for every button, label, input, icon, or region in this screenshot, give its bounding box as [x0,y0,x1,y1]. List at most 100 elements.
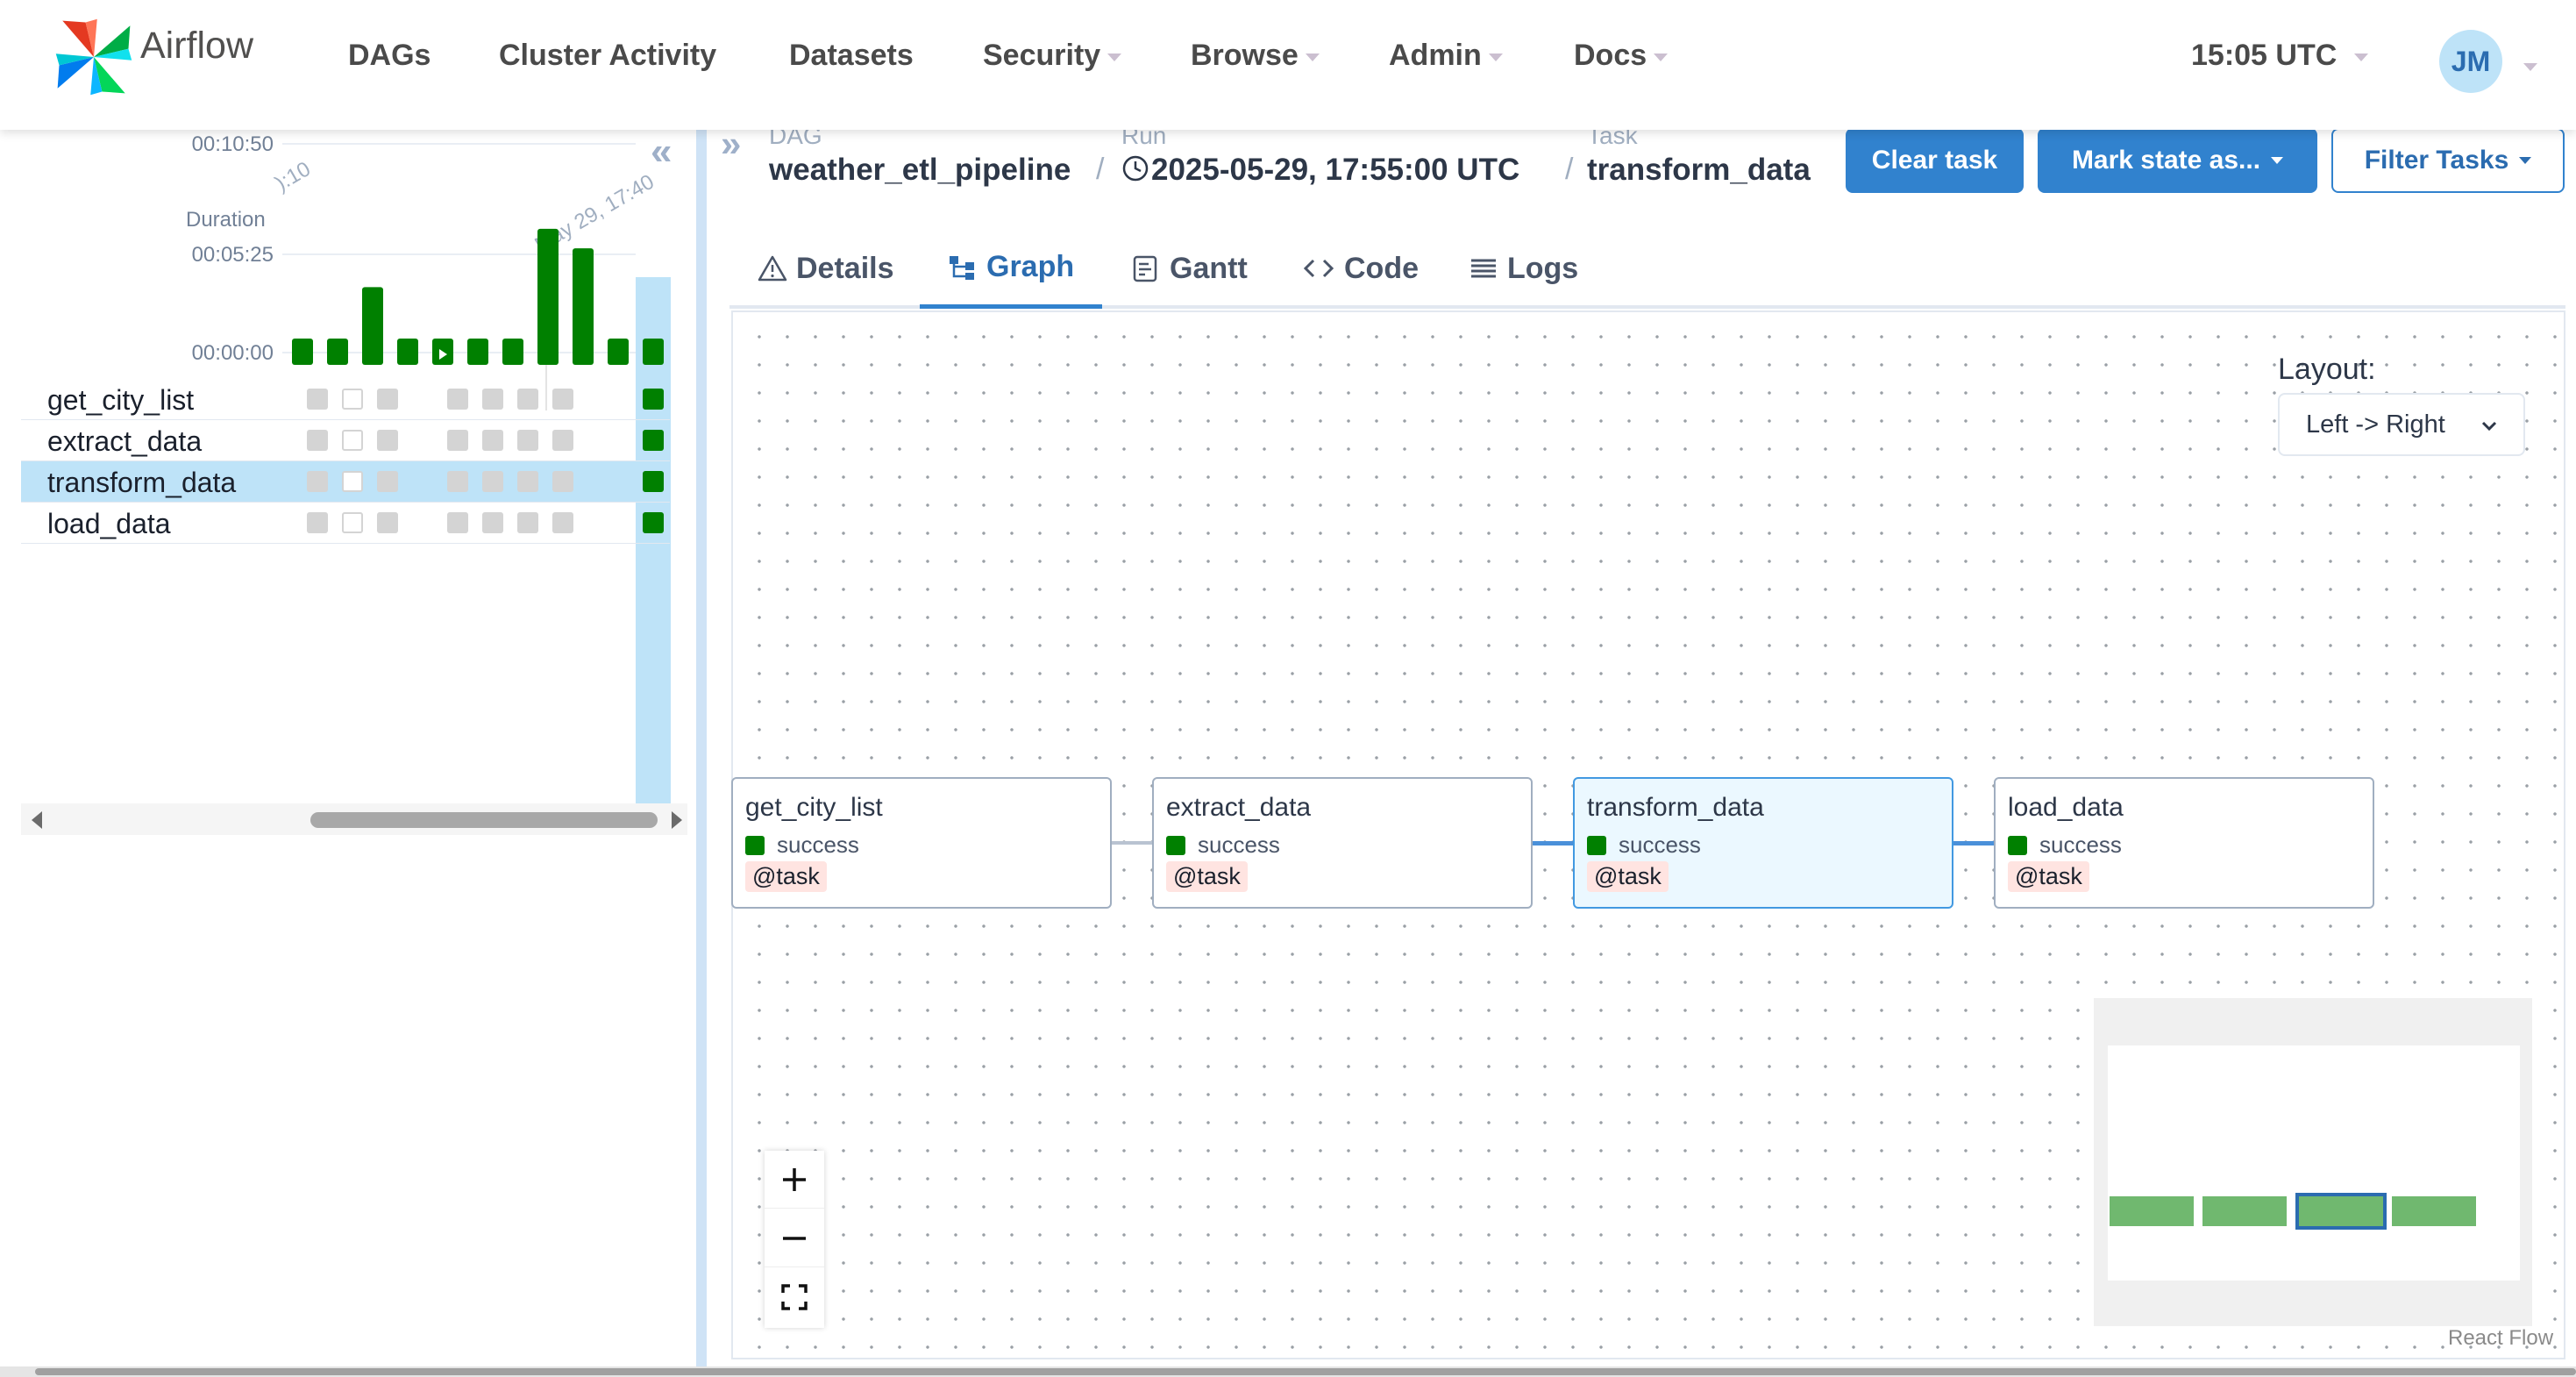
breadcrumb-task[interactable]: Task transform_data [1587,123,1811,188]
task-instance-cell[interactable] [552,471,573,492]
task-row-get-city-list[interactable]: get_city_list [21,379,670,420]
nav-cluster-activity[interactable]: Cluster Activity [499,39,716,73]
zoom-in-button[interactable] [765,1151,824,1209]
page-horizontal-scrollbar[interactable] [0,1366,2576,1377]
duration-bar[interactable] [573,248,594,365]
duration-bar[interactable] [643,339,664,365]
chevron-down-icon [1488,54,1503,61]
task-instance-cell[interactable] [342,512,363,533]
duration-bar[interactable] [537,228,559,365]
duration-bar[interactable] [327,339,348,365]
breadcrumb-run[interactable]: Run 2025-05-29, 17:55:00 UTC [1121,123,1519,188]
duration-bar[interactable] [608,339,629,365]
tab-gantt-label: Gantt [1170,251,1248,285]
tab-graph[interactable]: Graph [920,230,1103,309]
breadcrumb-task-value[interactable]: transform_data [1587,153,1811,188]
task-instance-cell[interactable] [377,389,398,410]
minimap-node-selected [2295,1193,2387,1230]
nav-datasets[interactable]: Datasets [789,39,914,73]
task-row-load-data[interactable]: load_data [21,503,670,544]
task-instance-cell[interactable] [377,430,398,451]
graph-node-transform-data[interactable]: transform_data success @task [1573,777,1953,909]
task-instance-cell[interactable] [482,430,503,451]
layout-select[interactable]: Left -> Right [2278,393,2525,456]
task-instance-cell[interactable] [482,512,503,533]
graph-node-extract-data[interactable]: extract_data success @task [1152,777,1533,909]
task-instance-cell[interactable] [342,430,363,451]
task-instance-cell[interactable] [447,389,468,410]
task-instance-cell[interactable] [517,512,538,533]
timezone-menu[interactable]: 15:05 UTC [2191,39,2369,73]
task-instance-cell[interactable] [552,389,573,410]
duration-bar[interactable] [292,339,313,365]
grid-horizontal-scrollbar[interactable] [21,803,687,835]
task-name: transform_data [47,467,237,498]
page-scrollbar-thumb[interactable] [35,1368,2576,1375]
fit-view-button[interactable] [765,1268,824,1326]
task-instance-cell[interactable] [482,471,503,492]
duration-bar[interactable] [502,339,523,365]
duration-bar[interactable] [467,339,488,365]
task-instance-cell[interactable] [307,512,328,533]
tab-gantt[interactable]: Gantt [1131,230,1248,307]
task-instance-cell[interactable] [482,389,503,410]
node-status-text: success [777,831,859,858]
filter-tasks-button[interactable]: Filter Tasks [2331,128,2565,193]
task-row-extract-data[interactable]: extract_data [21,420,670,461]
nav-dags[interactable]: DAGs [348,39,431,73]
graph-node-load-data[interactable]: load_data success @task [1994,777,2374,909]
nav-security[interactable]: Security [983,39,1122,73]
duration-chart: Duration ):10 May 29, 17:40 00:10:5000:0… [186,132,671,410]
task-instance-cell[interactable] [377,512,398,533]
task-instance-cell[interactable] [307,389,328,410]
task-instance-cell[interactable] [552,512,573,533]
breadcrumb-run-value-wrap[interactable]: 2025-05-29, 17:55:00 UTC [1121,153,1519,188]
task-instance-cell[interactable] [307,471,328,492]
task-instance-cell[interactable] [377,471,398,492]
task-tabs: Details Graph Gantt Code Logs [729,230,2565,309]
nav-browse[interactable]: Browse [1191,39,1320,73]
graph-node-get-city-list[interactable]: get_city_list success @task [731,777,1112,909]
task-instance-cell[interactable] [447,471,468,492]
user-menu-chevron-icon[interactable] [2523,63,2537,71]
react-flow-attribution[interactable]: React Flow [2448,1326,2553,1351]
tab-details[interactable]: Details [758,230,894,307]
task-instance-cell[interactable] [342,471,363,492]
task-instance-cell[interactable] [447,430,468,451]
task-instance-cell[interactable] [552,430,573,451]
task-instance-cell[interactable] [447,512,468,533]
brand[interactable]: Airflow [53,16,253,98]
task-instance-cell[interactable] [517,471,538,492]
scroll-left-icon[interactable] [32,811,42,829]
success-status-icon [1587,835,1606,855]
task-instance-cell-success[interactable] [643,389,664,410]
task-name: extract_data [47,425,203,457]
graph-minimap[interactable] [2094,998,2532,1326]
nav-admin[interactable]: Admin [1389,39,1503,73]
task-row-transform-data[interactable]: transform_data [21,461,670,503]
task-instance-cell[interactable] [307,430,328,451]
node-status-text: success [1619,831,1701,858]
duration-bar[interactable] [397,339,418,365]
nav-docs[interactable]: Docs [1574,39,1669,73]
tab-code[interactable]: Code [1302,230,1419,307]
task-instance-cell-success[interactable] [643,430,664,451]
breadcrumb-dag-value[interactable]: weather_etl_pipeline [769,153,1071,188]
task-name: load_data [47,508,171,539]
task-instance-cell-success[interactable] [643,512,664,533]
tab-logs[interactable]: Logs [1469,230,1578,307]
task-instance-cell-success[interactable] [643,471,664,492]
task-instance-cell[interactable] [517,430,538,451]
scroll-right-icon[interactable] [672,811,682,829]
gantt-icon [1133,255,1157,282]
breadcrumb-dag[interactable]: DAG weather_etl_pipeline [769,123,1071,188]
clear-task-button[interactable]: Clear task [1846,128,2024,193]
panel-resize-handle[interactable] [696,130,707,1366]
scrollbar-thumb[interactable] [310,812,658,828]
user-avatar[interactable]: JM [2439,30,2502,93]
task-instance-cell[interactable] [517,389,538,410]
mark-state-button[interactable]: Mark state as... [2038,128,2317,193]
zoom-out-button[interactable] [765,1209,824,1267]
duration-bar[interactable] [362,287,383,365]
task-instance-cell[interactable] [342,389,363,410]
